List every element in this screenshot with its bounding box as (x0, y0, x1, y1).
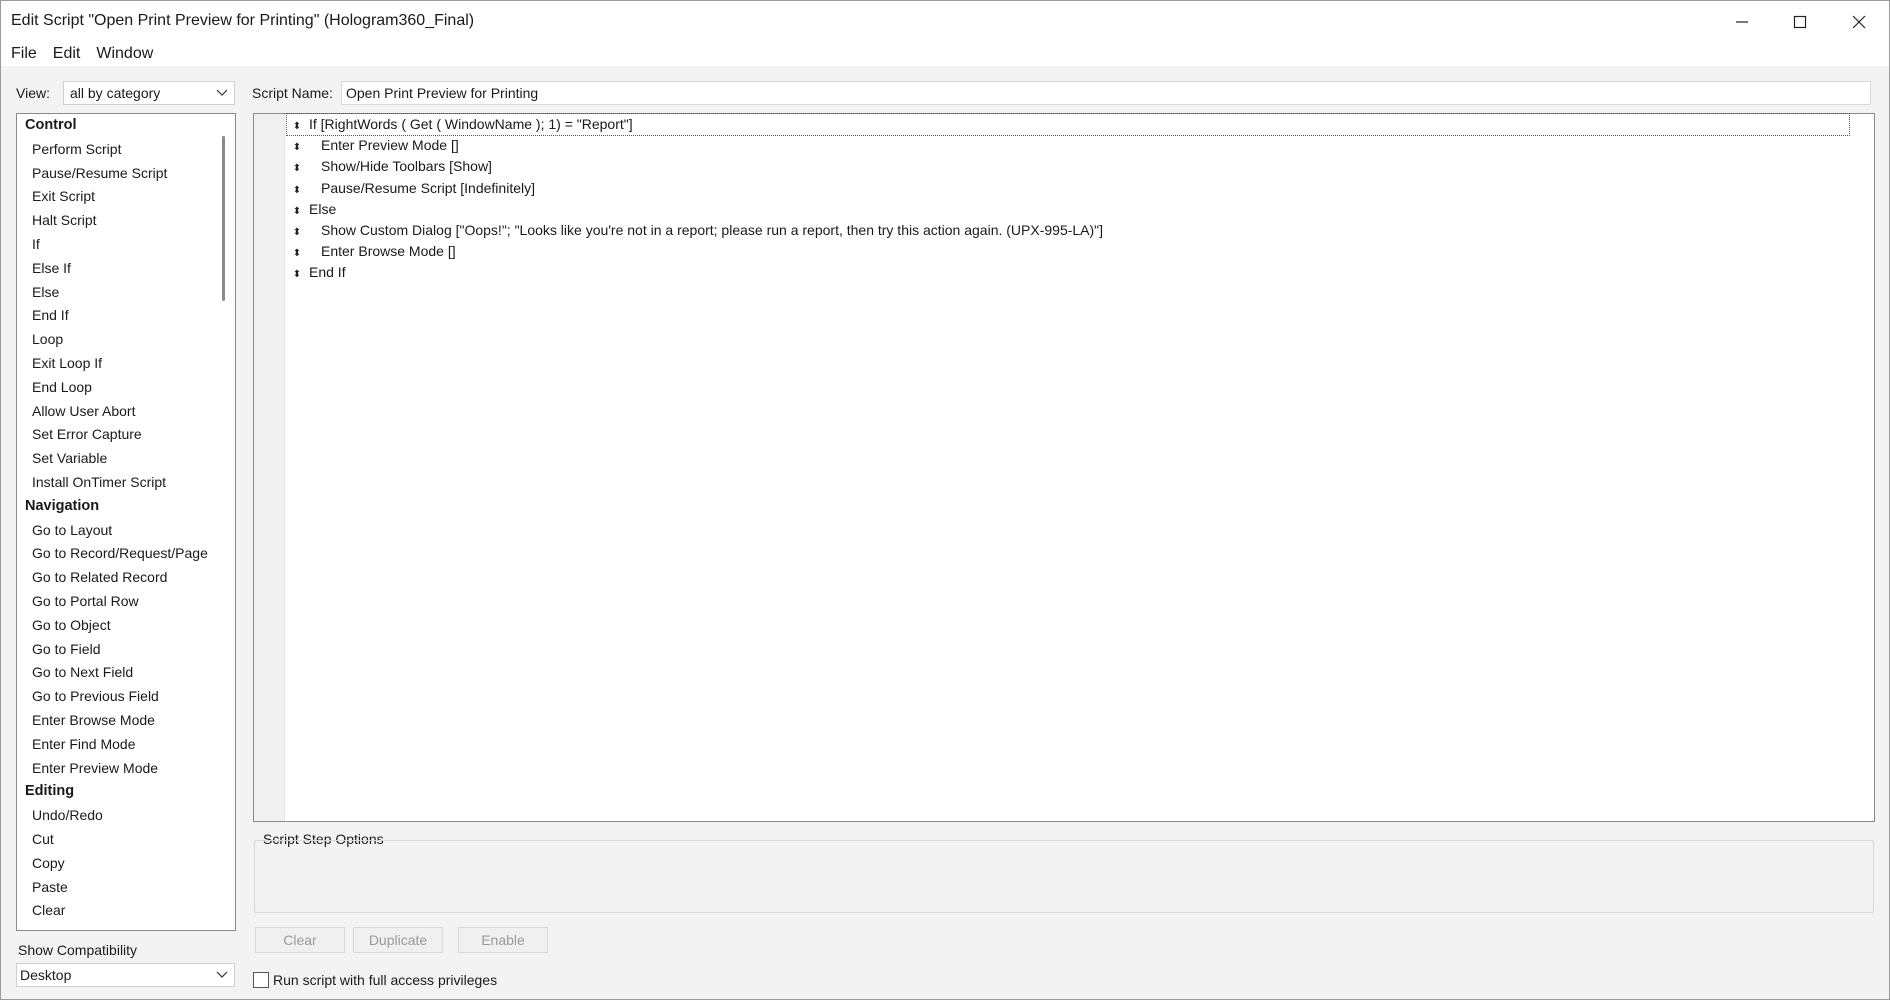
step-item[interactable]: Undo/Redo (17, 804, 217, 828)
view-dropdown[interactable]: all by category (63, 81, 235, 105)
step-item[interactable]: Exit Script (17, 185, 217, 209)
drag-handle-icon[interactable]: ⬍ (291, 158, 303, 179)
script-line[interactable]: ⬍ Enter Preview Mode [] (287, 135, 459, 156)
drag-handle-icon[interactable]: ⬍ (291, 222, 303, 243)
chevron-down-icon (216, 971, 228, 978)
step-item[interactable]: Enter Preview Mode (17, 757, 217, 781)
compatibility-dropdown[interactable]: Desktop (16, 963, 235, 987)
step-item[interactable]: Enter Find Mode (17, 733, 217, 757)
menu-window[interactable]: Window (96, 45, 153, 63)
script-line[interactable]: ⬍ Enter Browse Mode [] (287, 241, 456, 262)
step-item[interactable]: Go to Next Field (17, 661, 217, 685)
script-line-text: Show Custom Dialog ["Oops!"; "Looks like… (321, 222, 1104, 238)
drag-handle-icon[interactable]: ⬍ (291, 243, 303, 264)
step-item[interactable]: Go to Related Record (17, 566, 217, 590)
enable-button[interactable]: Enable (458, 927, 548, 953)
step-item[interactable]: Perform Script (17, 138, 217, 162)
step-category: Editing (25, 783, 75, 800)
maximize-icon (1793, 15, 1807, 28)
duplicate-button[interactable]: Duplicate (353, 927, 443, 953)
step-item[interactable]: Else If (17, 257, 217, 281)
script-line[interactable]: ⬍ If [RightWords ( Get ( WindowName ); 1)… (286, 113, 1850, 137)
view-dropdown-value: all by category (70, 85, 161, 101)
script-line[interactable]: ⬍ Show/Hide Toolbars [Show] (287, 156, 492, 177)
script-name-value: Open Print Preview for Printing (346, 85, 539, 101)
step-item[interactable]: Go to Previous Field (17, 685, 217, 709)
steps-list-content: Control Perform Script Pause/Resume Script… (17, 114, 217, 923)
drag-handle-icon[interactable]: ⬍ (291, 201, 303, 222)
step-item[interactable]: Copy (17, 852, 217, 876)
step-item[interactable]: Clear (17, 899, 217, 923)
steps-scrollbar[interactable] (222, 136, 225, 301)
menu-file[interactable]: File (11, 45, 37, 63)
drag-handle-icon[interactable]: ⬍ (291, 137, 303, 158)
step-item[interactable]: If (17, 233, 217, 257)
step-item[interactable]: Allow User Abort (17, 400, 217, 424)
step-item[interactable]: Else (17, 281, 217, 305)
step-item[interactable]: Enter Browse Mode (17, 709, 217, 733)
script-line-text: If [RightWords ( Get ( WindowName ); 1) … (309, 116, 633, 132)
step-item[interactable]: End If (17, 304, 217, 328)
drag-handle-icon[interactable]: ⬍ (291, 264, 303, 285)
show-compatibility-label: Show Compatibility (18, 942, 138, 958)
compatibility-dropdown-value: Desktop (20, 967, 72, 983)
edit-script-window: Edit Script "Open Print Preview for Prin… (0, 0, 1890, 1000)
step-item[interactable]: Set Error Capture (17, 423, 217, 447)
script-line[interactable]: ⬍ End If (287, 262, 346, 283)
window-title: Edit Script "Open Print Preview for Prin… (11, 12, 475, 29)
minimize-icon (1736, 20, 1748, 23)
chevron-down-icon (216, 89, 228, 96)
script-line[interactable]: ⬍ Show Custom Dialog ["Oops!"; "Looks lik… (287, 220, 1103, 241)
full-access-label: Run script with full access privileges (273, 972, 498, 988)
step-item[interactable]: Go to Record/Request/Page (17, 542, 217, 566)
script-line-text: Else (309, 200, 337, 217)
script-line-text: Show/Hide Toolbars [Show] (321, 158, 492, 175)
script-line-text: Enter Browse Mode [] (321, 243, 456, 260)
step-item[interactable]: Go to Layout (17, 519, 217, 543)
view-label: View: (16, 85, 50, 101)
step-category: Control (25, 117, 77, 133)
full-access-checkbox[interactable] (253, 972, 269, 988)
step-item[interactable]: Loop (17, 328, 217, 352)
step-item[interactable]: Install OnTimer Script (17, 471, 217, 495)
minimize-button[interactable] (1713, 1, 1771, 42)
step-item[interactable]: Pause/Resume Script (17, 162, 217, 186)
drag-handle-icon[interactable]: ⬍ (291, 180, 303, 201)
step-item[interactable]: Go to Field (17, 638, 217, 662)
title-bar: Edit Script "Open Print Preview for Prin… (1, 1, 1889, 42)
script-line-text: Enter Preview Mode [] (321, 137, 459, 154)
script-name-input[interactable]: Open Print Preview for Printing (341, 81, 1871, 105)
maximize-button[interactable] (1771, 1, 1829, 42)
script-line-text: Pause/Resume Script [Indefinitely] (321, 179, 535, 196)
close-icon (1852, 15, 1866, 28)
menu-bar: File Edit Window (1, 42, 1889, 66)
step-item[interactable]: Cut (17, 828, 217, 852)
script-editor[interactable]: ⬍ If [RightWords ( Get ( WindowName ); 1)… (253, 113, 1875, 822)
step-item[interactable]: Paste (17, 876, 217, 900)
script-steps-list[interactable]: Control Perform Script Pause/Resume Script… (16, 113, 236, 931)
step-category: Navigation (25, 497, 100, 514)
drag-handle-icon[interactable]: ⬍ (291, 116, 303, 137)
script-step-options-box (254, 840, 1874, 913)
editor-gutter (254, 114, 285, 821)
step-item[interactable]: Exit Loop If (17, 352, 217, 376)
script-name-label: Script Name: (252, 85, 333, 101)
step-item[interactable]: Halt Script (17, 209, 217, 233)
clear-button[interactable]: Clear (255, 927, 345, 953)
close-button[interactable] (1830, 1, 1888, 42)
script-line[interactable]: ⬍ Pause/Resume Script [Indefinitely] (287, 178, 535, 199)
script-line[interactable]: ⬍ Else (287, 199, 336, 220)
step-item[interactable]: Set Variable (17, 447, 217, 471)
step-item[interactable]: Go to Object (17, 614, 217, 638)
step-item[interactable]: Go to Portal Row (17, 590, 217, 614)
script-line-text: End If (309, 264, 346, 281)
step-item[interactable]: End Loop (17, 376, 217, 400)
menu-edit[interactable]: Edit (53, 45, 81, 63)
